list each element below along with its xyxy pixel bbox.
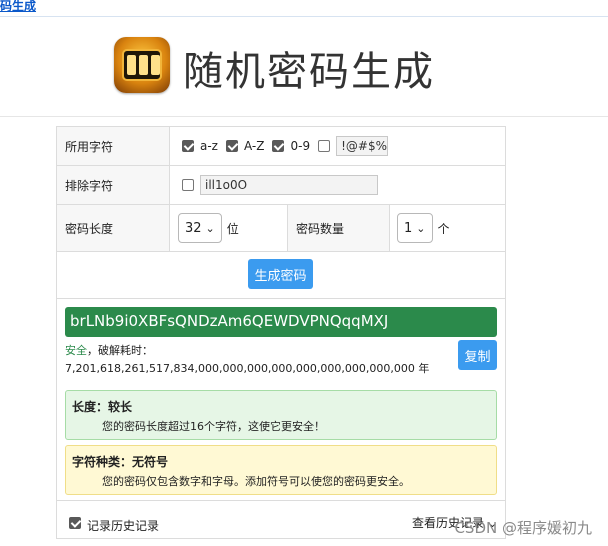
generate-row: 生成密码 xyxy=(57,252,505,299)
digits-label: 0-9 xyxy=(290,139,311,153)
exclude-row: 排除字符 ill1o0O xyxy=(57,166,505,205)
charset-alert-title: 字符种类：无符号 xyxy=(72,455,169,469)
page-header: 随机密码生成 xyxy=(0,17,608,117)
history-checkbox[interactable] xyxy=(69,517,81,529)
exclude-label: 排除字符 xyxy=(57,166,170,204)
count-label: 密码数量 xyxy=(287,205,390,251)
count-select[interactable]: 1 ⌄ xyxy=(397,213,433,243)
uppercase-label: A-Z xyxy=(243,139,265,153)
digits-checkbox[interactable] xyxy=(272,140,285,152)
length-label: 密码长度 xyxy=(57,205,170,251)
crack-time-value: 7,201,618,261,517,834,000,000,000,000,00… xyxy=(65,362,430,375)
symbols-checkbox[interactable] xyxy=(318,140,331,152)
watermark: CSDN @程序媛初九 xyxy=(454,519,592,537)
chevron-down-icon: ⌄ xyxy=(205,221,215,235)
length-count-row: 密码长度 32 ⌄ 位 密码数量 1 ⌄ 个 xyxy=(57,205,505,252)
length-select[interactable]: 32 ⌄ xyxy=(178,213,222,243)
exclude-input[interactable]: ill1o0O xyxy=(200,175,378,195)
chevron-down-icon: ⌄ xyxy=(416,221,426,235)
length-unit: 位 xyxy=(226,221,239,236)
exclude-checkbox[interactable] xyxy=(182,179,194,191)
top-breadcrumb-bar: 码生成 xyxy=(0,0,608,17)
lowercase-checkbox[interactable] xyxy=(182,140,194,152)
lowercase-label: a-z xyxy=(200,139,218,153)
length-alert-body: 您的密码长度超过16个字符，这使它更安全！ xyxy=(102,420,325,433)
copy-button[interactable]: 复制 xyxy=(458,340,497,370)
symbols-input[interactable]: !@#$% xyxy=(336,136,389,156)
generate-button[interactable]: 生成密码 xyxy=(248,259,313,289)
generator-panel: 所用字符 a-z A-Z 0-9 !@#$% 排除字符 ill1o0O 密码长度… xyxy=(56,126,506,539)
uppercase-checkbox[interactable] xyxy=(225,140,238,152)
length-alert: 长度：较长 您的密码长度超过16个字符，这使它更安全！ xyxy=(65,390,497,440)
length-value: 32 xyxy=(185,220,202,236)
history-label: 记录历史记录 xyxy=(87,519,160,533)
charset-alert-body: 您的密码仅包含数字和字母。添加符号可以使您的密码更安全。 xyxy=(102,475,410,488)
breadcrumb-link[interactable]: 码生成 xyxy=(0,0,36,14)
crack-label: ，破解耗时： xyxy=(87,344,153,357)
password-output[interactable]: brLNb9i0XBFsQNDzAm6QEWDVPNQqqMXJ xyxy=(65,307,497,337)
chars-label: 所用字符 xyxy=(57,127,170,165)
slot-machine-logo-icon xyxy=(114,37,170,93)
safety-level: 安全 xyxy=(65,344,87,357)
history-footer: 记录历史记录 查看历史记录 ⌄ xyxy=(57,500,505,540)
count-unit: 个 xyxy=(437,221,450,236)
result-area: brLNb9i0XBFsQNDzAm6QEWDVPNQqqMXJ 安全，破解耗时… xyxy=(57,299,505,500)
length-alert-title: 长度：较长 xyxy=(72,400,133,414)
crack-time-text: 安全，破解耗时： 7,201,618,261,517,834,000,000,00… xyxy=(65,342,453,378)
charset-alert: 字符种类：无符号 您的密码仅包含数字和字母。添加符号可以使您的密码更安全。 xyxy=(65,445,497,495)
page-title: 随机密码生成 xyxy=(183,49,435,95)
count-value: 1 xyxy=(404,220,413,236)
chars-row: 所用字符 a-z A-Z 0-9 !@#$% xyxy=(57,127,505,166)
